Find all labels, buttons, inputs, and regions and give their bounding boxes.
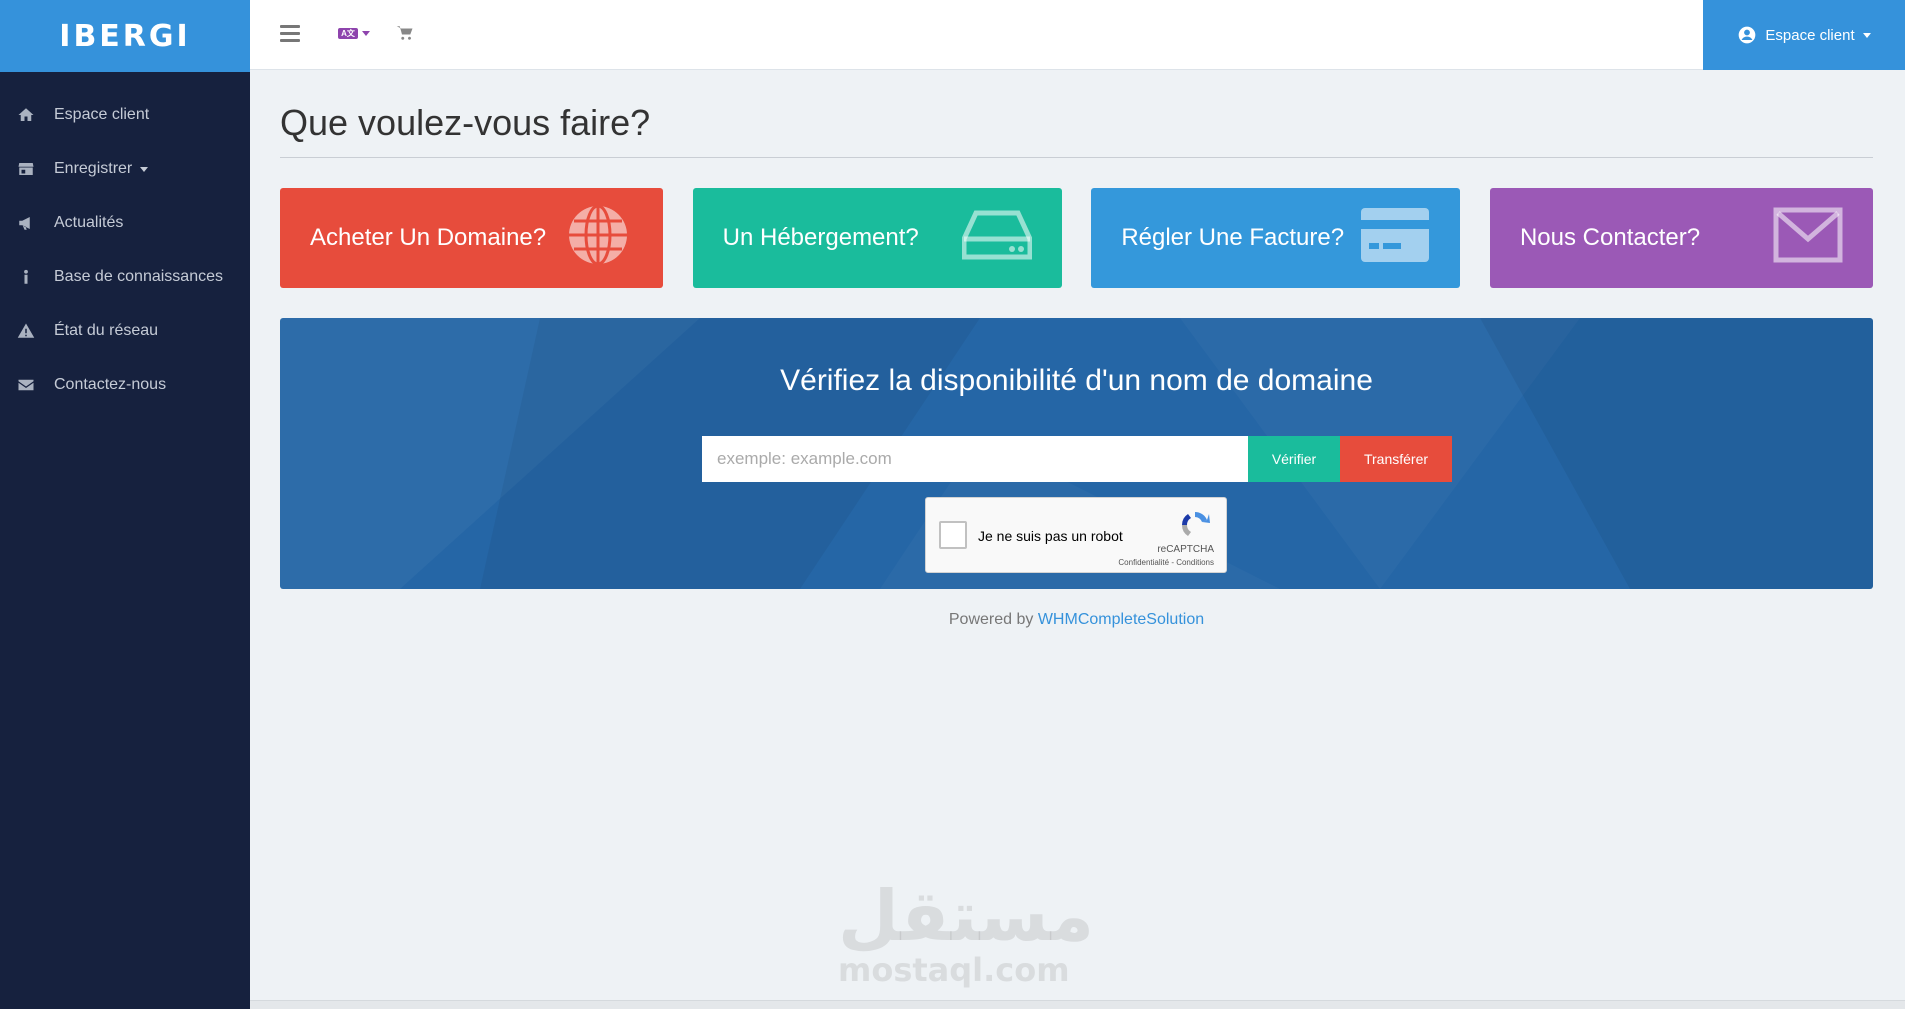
chevron-down-icon — [362, 31, 370, 36]
language-selector[interactable]: A文 — [338, 28, 370, 39]
menu-toggle-icon[interactable] — [280, 25, 300, 42]
card-label: Nous Contacter? — [1519, 224, 1701, 251]
sidebar-item-etat-du-reseau[interactable]: État du réseau — [0, 304, 250, 358]
recaptcha-brand: reCAPTCHA — [1157, 544, 1214, 555]
account-menu-label: Espace client — [1765, 26, 1855, 44]
sidebar-item-enregistrer[interactable]: Enregistrer — [0, 142, 250, 196]
domain-search-form: Vérifier Transférer — [702, 436, 1452, 482]
info-icon — [16, 267, 36, 287]
sidebar-item-label: Base de connaissances — [54, 268, 223, 285]
recaptcha-label: Je ne suis pas un robot — [978, 528, 1123, 544]
domain-search-input[interactable] — [702, 436, 1248, 482]
powered-by: Powered by WHMCompleteSolution — [280, 611, 1873, 629]
brand-logo-text: IBERGI — [59, 18, 191, 54]
credit-card-icon — [1360, 203, 1430, 274]
recaptcha-widget: Je ne suis pas un robot reCAPTCHA Confid… — [925, 497, 1227, 573]
recaptcha-checkbox[interactable] — [939, 521, 967, 549]
transfer-button[interactable]: Transférer — [1340, 436, 1452, 482]
envelope-icon — [1773, 203, 1843, 274]
user-circle-icon — [1737, 25, 1757, 45]
contact-us-card[interactable]: Nous Contacter? — [1489, 188, 1873, 288]
sidebar-item-contactez-nous[interactable]: Contactez-nous — [0, 358, 250, 412]
server-icon — [961, 203, 1033, 274]
chevron-down-icon — [140, 166, 149, 172]
topbar: A文 Espace client — [250, 0, 1905, 70]
hosting-card[interactable]: Un Hébergement? — [692, 188, 1062, 288]
sidebar: IBERGI Espace client Enregistrer Actuali… — [0, 0, 250, 1009]
verify-button[interactable]: Vérifier — [1248, 436, 1340, 482]
sidebar-item-espace-client[interactable]: Espace client — [0, 88, 250, 142]
title-divider — [280, 157, 1873, 158]
page-title: Que voulez-vous faire? — [280, 102, 651, 143]
watermark-latin: mostaql.com — [838, 951, 1070, 989]
cart-icon[interactable] — [396, 24, 416, 44]
store-icon — [16, 159, 36, 179]
megaphone-icon — [16, 213, 36, 233]
recaptcha-logo-icon — [1181, 512, 1210, 536]
watermark-arabic: مستقل — [838, 875, 1095, 957]
sidebar-item-label: Actualités — [54, 214, 124, 231]
bottom-scroll-bar — [250, 1000, 1905, 1009]
domain-search-panel: Vérifiez la disponibilité d'un nom de do… — [280, 318, 1873, 589]
home-icon — [16, 105, 36, 125]
main-content: Que voulez-vous faire? Acheter Un Domain… — [280, 102, 1873, 629]
brand-logo[interactable]: IBERGI — [0, 0, 250, 72]
chevron-down-icon — [1862, 32, 1871, 38]
whmcs-link[interactable]: WHMCompleteSolution — [1038, 611, 1204, 628]
buy-domain-card[interactable]: Acheter Un Domaine? — [280, 188, 663, 288]
warning-icon — [16, 321, 36, 341]
sidebar-item-label: Espace client — [54, 106, 150, 123]
card-label: Régler Une Facture? — [1121, 224, 1345, 251]
recaptcha-links[interactable]: Confidentialité - Conditions — [1118, 558, 1214, 567]
sidebar-item-label: État du réseau — [54, 322, 159, 339]
card-label: Un Hébergement? — [722, 224, 919, 251]
sidebar-item-base-de-connaissances[interactable]: Base de connaissances — [0, 250, 250, 304]
account-menu-button[interactable]: Espace client — [1703, 0, 1905, 70]
domain-search-title: Vérifiez la disponibilité d'un nom de do… — [780, 364, 1373, 397]
globe-icon — [563, 203, 633, 274]
powered-prefix: Powered by — [948, 611, 1034, 628]
watermark: مستقل mostaql.com — [838, 875, 1095, 989]
sidebar-nav: Espace client Enregistrer Actualités Bas… — [0, 72, 250, 412]
sidebar-item-label: Contactez-nous — [54, 376, 167, 393]
sidebar-item-label: Enregistrer — [54, 160, 133, 177]
action-cards: Acheter Un Domaine? Un Hébergement? Régl… — [280, 188, 1873, 288]
language-icon: A文 — [338, 28, 358, 39]
pay-invoice-card[interactable]: Régler Une Facture? — [1091, 188, 1461, 288]
card-label: Acheter Un Domaine? — [310, 224, 547, 251]
sidebar-item-actualites[interactable]: Actualités — [0, 196, 250, 250]
envelope-icon — [16, 375, 36, 395]
